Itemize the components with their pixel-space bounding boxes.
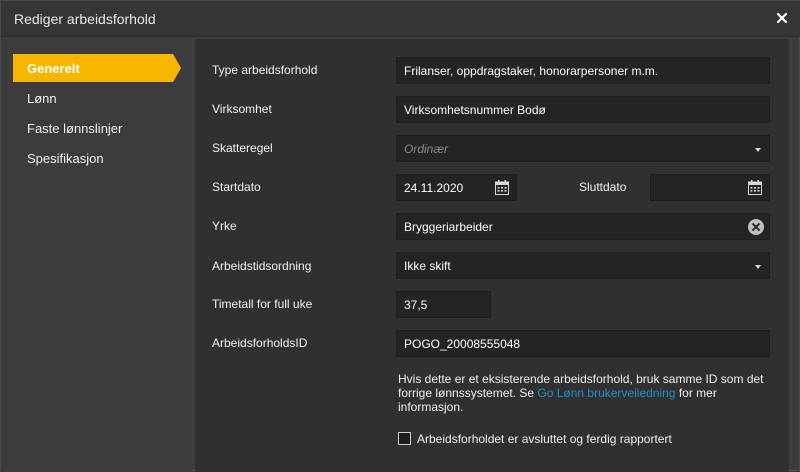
sidebar-item-spesifikasjon[interactable]: Spesifikasjon [13,144,173,172]
dialog-title: Rediger arbeidsforhold [14,11,156,27]
employment-id-input[interactable]: POGO_20008555048 [396,330,770,357]
calendar-icon[interactable] [495,180,509,195]
close-icon[interactable] [773,9,791,27]
start-date-input[interactable]: 24.11.2020 [396,174,517,201]
end-date-input[interactable] [650,174,770,201]
clear-icon[interactable] [748,219,764,235]
occupation-value: Bryggeriarbeider [404,220,493,234]
hours-value: 37,5 [404,298,428,312]
sidebar-item-label: Lønn [27,91,57,106]
sidebar-item-label: Spesifikasjon [27,151,104,166]
work-schedule-select[interactable]: Ikke skift [396,252,770,279]
dialog-titlebar: Rediger arbeidsforhold [1,1,800,37]
edit-employment-dialog: Rediger arbeidsforhold Generelt Lønn Fas… [0,0,800,472]
calendar-icon[interactable] [748,180,762,195]
sidebar-item-lonn[interactable]: Lønn [13,84,173,112]
work-schedule-label: Arbeidstidsordning [212,259,312,273]
sidebar-item-label: Generelt [27,61,80,76]
help-text: Hvis dette er et eksisterende arbeidsfor… [398,372,778,414]
completed-checkbox-label: Arbeidsforholdet er avsluttet og ferdig … [417,432,672,446]
type-field[interactable]: Frilanser, oppdragstaker, honorarpersone… [396,57,770,84]
user-guide-link[interactable]: Go Lønn brukerveiledning [537,386,675,400]
employment-id-value: POGO_20008555048 [404,337,521,351]
type-label: Type arbeidsforhold [212,63,318,77]
tax-rule-label: Skatteregel [212,141,273,155]
occupation-label: Yrke [212,219,237,233]
employment-id-label: ArbeidsforholdsID [212,336,308,350]
type-value: Frilanser, oppdragstaker, honorarpersone… [404,64,659,78]
company-field[interactable]: Virksomhetsnummer Bodø [396,96,770,123]
company-value: Virksomhetsnummer Bodø [404,103,546,117]
chevron-down-icon [755,148,761,152]
sidebar-item-generelt[interactable]: Generelt [13,54,181,82]
hours-label: Timetall for full uke [212,297,313,311]
work-schedule-value: Ikke skift [404,259,451,273]
occupation-input[interactable]: Bryggeriarbeider [396,213,770,240]
sidebar-item-faste-lonnslinjer[interactable]: Faste lønnslinjer [13,114,173,142]
chevron-down-icon [755,265,761,269]
sidebar-nav: Generelt Lønn Faste lønnslinjer Spesifik… [1,38,191,472]
start-date-label: Startdato [212,180,261,194]
tax-rule-select[interactable]: Ordinær [396,135,770,162]
hours-input[interactable]: 37,5 [396,291,491,318]
company-label: Virksomhet [212,102,272,116]
start-date-value: 24.11.2020 [404,181,464,195]
tax-rule-placeholder: Ordinær [404,142,449,156]
end-date-label: Sluttdato [579,180,627,194]
sidebar-item-label: Faste lønnslinjer [27,121,123,136]
completed-checkbox[interactable] [398,432,411,445]
